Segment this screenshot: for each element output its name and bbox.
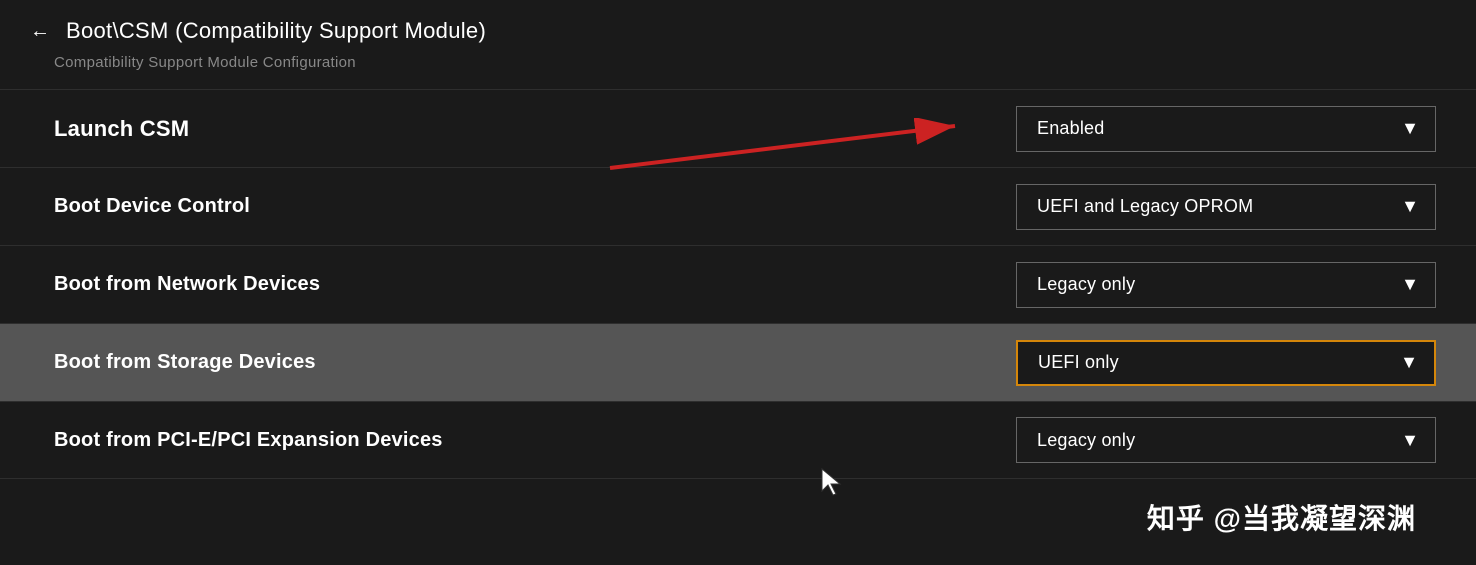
- dropdown-arrow-icon-boot-pci: ▼: [1401, 430, 1419, 451]
- dropdown-value-boot-device-control: UEFI and Legacy OPROM: [1037, 196, 1253, 217]
- row-label-boot-pci: Boot from PCI-E/PCI Expansion Devices: [54, 429, 443, 452]
- dropdown-arrow-icon-launch-csm: ▼: [1401, 118, 1419, 139]
- settings-row-launch-csm: Launch CSM Enabled ▼: [0, 89, 1476, 167]
- dropdown-value-boot-pci: Legacy only: [1037, 430, 1135, 451]
- settings-list: Launch CSM Enabled ▼ Boot Device Control UEF…: [0, 89, 1476, 479]
- row-label-launch-csm: Launch CSM: [54, 116, 189, 142]
- breadcrumb-title: Boot\CSM (Compatibility Support Module): [66, 18, 486, 44]
- dropdown-arrow-icon-boot-storage: ▼: [1400, 352, 1418, 373]
- back-arrow-icon[interactable]: ←: [30, 20, 50, 43]
- dropdown-value-boot-network: Legacy only: [1037, 274, 1135, 295]
- dropdown-boot-pci[interactable]: Legacy only ▼: [1016, 417, 1436, 463]
- settings-row-boot-network: Boot from Network Devices Legacy only ▼: [0, 245, 1476, 323]
- settings-row-boot-storage: Boot from Storage Devices UEFI only ▼: [0, 323, 1476, 401]
- dropdown-boot-storage[interactable]: UEFI only ▼: [1016, 340, 1436, 386]
- dropdown-boot-device-control[interactable]: UEFI and Legacy OPROM ▼: [1016, 184, 1436, 230]
- page-subtitle: Compatibility Support Module Configurati…: [0, 50, 1476, 89]
- row-label-boot-storage: Boot from Storage Devices: [54, 351, 316, 374]
- row-label-boot-device-control: Boot Device Control: [54, 195, 250, 218]
- dropdown-value-launch-csm: Enabled: [1037, 118, 1104, 139]
- dropdown-arrow-icon-boot-network: ▼: [1401, 274, 1419, 295]
- dropdown-launch-csm[interactable]: Enabled ▼: [1016, 106, 1436, 152]
- dropdown-boot-network[interactable]: Legacy only ▼: [1016, 262, 1436, 308]
- row-label-boot-network: Boot from Network Devices: [54, 273, 320, 296]
- header: ← Boot\CSM (Compatibility Support Module…: [0, 0, 1476, 50]
- watermark: 知乎 @当我凝望深渊: [1147, 497, 1416, 537]
- settings-row-boot-pci: Boot from PCI-E/PCI Expansion Devices Leg…: [0, 401, 1476, 479]
- bios-page: ← Boot\CSM (Compatibility Support Module…: [0, 0, 1476, 565]
- settings-row-boot-device-control: Boot Device Control UEFI and Legacy OPROM…: [0, 167, 1476, 245]
- dropdown-arrow-icon-boot-device-control: ▼: [1401, 196, 1419, 217]
- dropdown-value-boot-storage: UEFI only: [1038, 352, 1119, 373]
